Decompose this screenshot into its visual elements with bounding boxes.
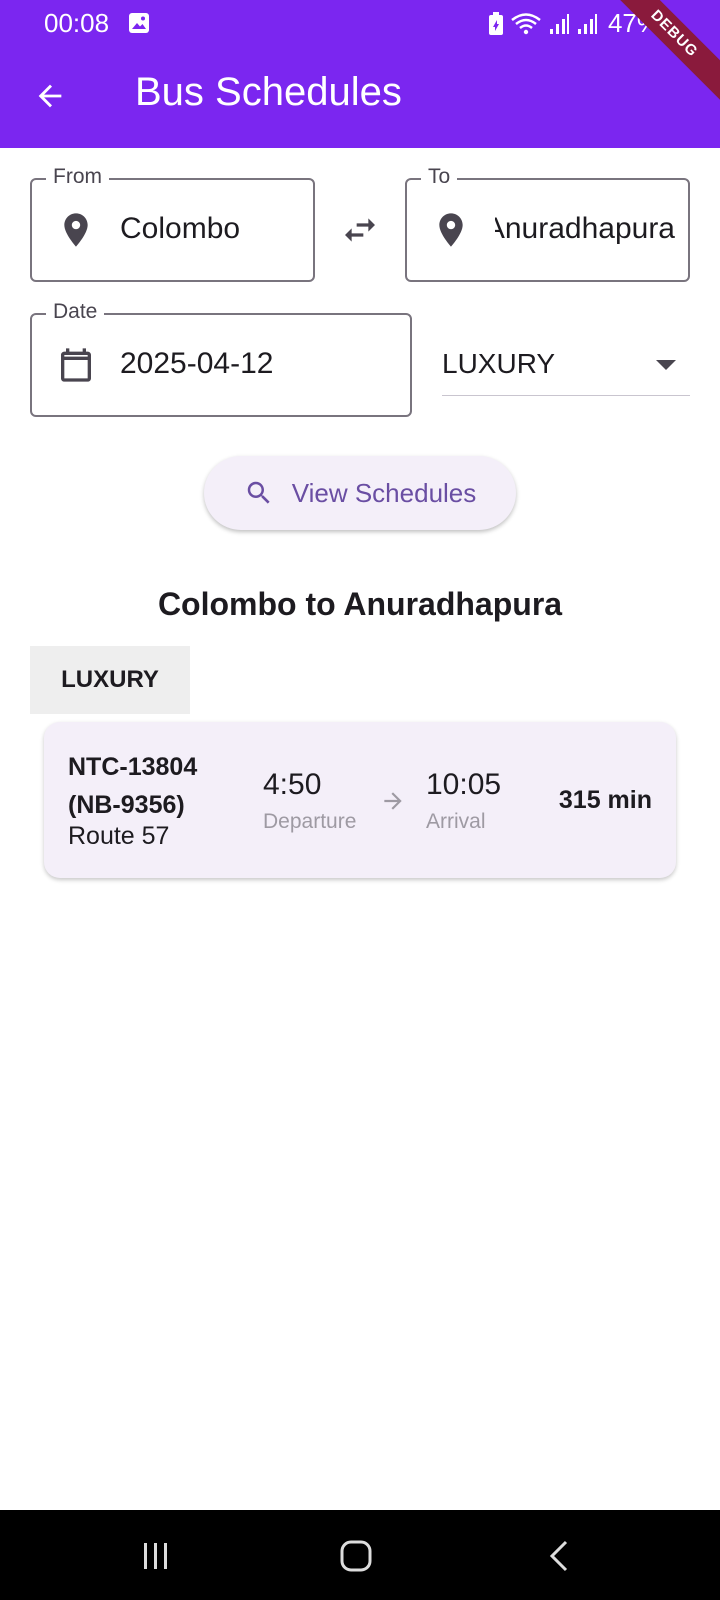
date-field[interactable]: Date 2025-04-12 — [30, 300, 412, 417]
arrival-time: 10:05 — [426, 768, 502, 801]
arrow-forward-icon — [384, 792, 402, 810]
dropdown-arrow-icon — [656, 360, 676, 370]
bus-id: NTC-13804 (NB-9356) — [68, 753, 198, 819]
arrow-back-icon — [38, 84, 62, 108]
from-value: Colombo — [120, 212, 241, 245]
search-icon — [247, 481, 270, 504]
date-label: Date — [46, 300, 105, 324]
to-label: To — [421, 165, 458, 189]
to-value: Anuradhapura — [495, 212, 675, 245]
location-pin-icon — [64, 213, 88, 247]
status-time: 00:08 — [44, 8, 110, 38]
app-bar: 00:08 47% Bus Schedules DEBUG — [0, 0, 720, 148]
back-nav-icon[interactable] — [538, 1534, 582, 1578]
bus-class-value: LUXURY — [442, 348, 556, 379]
view-schedules-button[interactable]: View Schedules — [204, 456, 516, 530]
home-icon[interactable] — [334, 1534, 378, 1578]
departure-time: 4:50 — [263, 768, 322, 801]
class-group-header: LUXURY — [30, 646, 190, 714]
calendar-icon — [61, 348, 91, 382]
arrival-label: Arrival — [426, 810, 486, 833]
bus-class-dropdown[interactable]: LUXURY — [442, 340, 690, 396]
swap-icon[interactable] — [340, 210, 380, 250]
system-navigation-bar — [0, 1510, 720, 1600]
signal-icon — [549, 13, 569, 34]
from-label: From — [46, 165, 109, 189]
recents-icon[interactable] — [134, 1534, 178, 1578]
signal-icon-2 — [577, 13, 597, 34]
page-title: Bus Schedules — [135, 70, 402, 114]
image-notification-icon — [129, 13, 149, 33]
trip-duration: 315 min — [558, 786, 652, 814]
view-schedules-label: View Schedules — [291, 477, 477, 508]
date-value: 2025-04-12 — [120, 347, 274, 380]
back-button[interactable] — [28, 74, 72, 118]
bus-route: Route 57 — [68, 822, 170, 850]
departure-label: Departure — [263, 810, 357, 833]
to-field[interactable]: To Anuradhapura — [405, 165, 690, 282]
route-heading: Colombo to Anuradhapura — [157, 586, 563, 622]
battery-saver-icon — [488, 11, 503, 35]
schedule-card[interactable]: NTC-13804 (NB-9356) Route 57 4:50 Depart… — [44, 722, 676, 878]
from-field[interactable]: From Colombo — [30, 165, 315, 282]
location-pin-icon — [439, 213, 463, 247]
wifi-icon — [511, 12, 541, 34]
